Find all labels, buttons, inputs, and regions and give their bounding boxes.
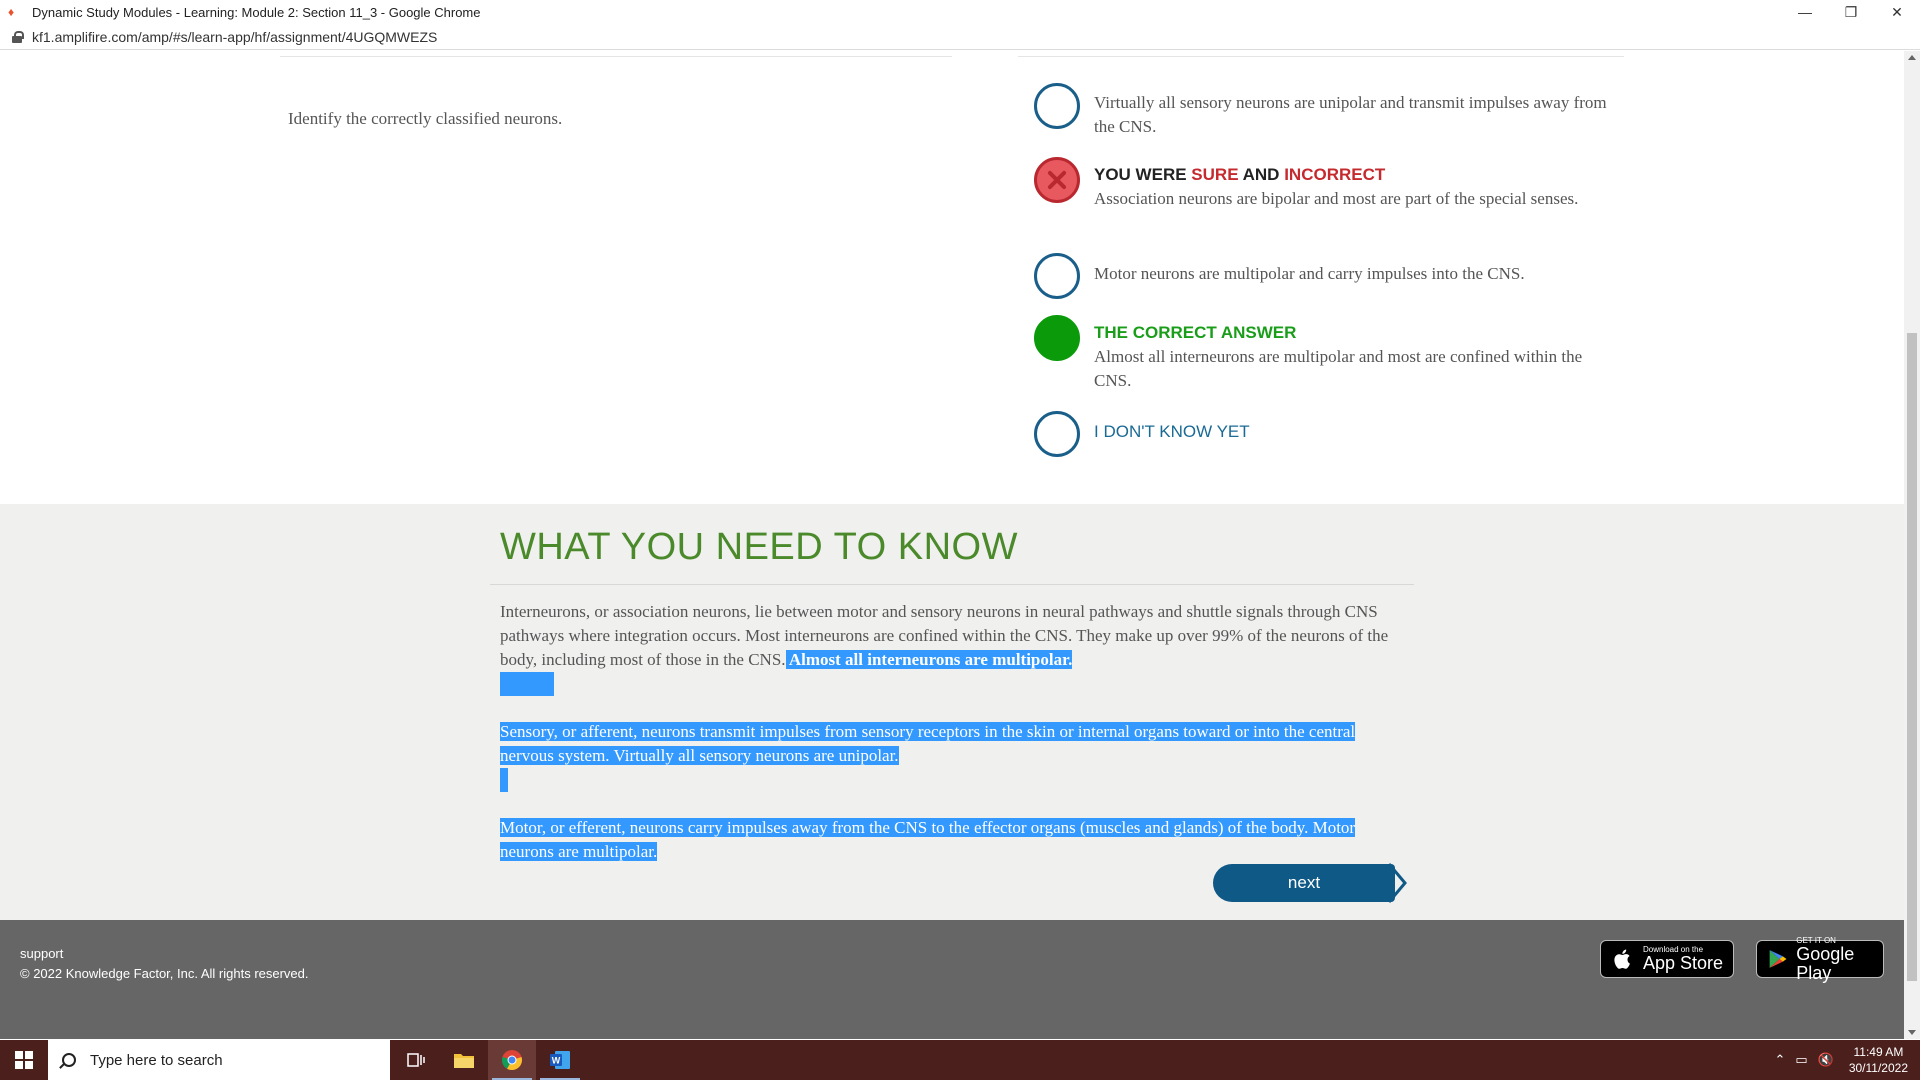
dont-know-label[interactable]: I DON'T KNOW YET (1094, 420, 1614, 444)
windows-logo-icon (15, 1051, 33, 1069)
support-link[interactable]: support (20, 946, 63, 961)
window-titlebar: ♦ Dynamic Study Modules - Learning: Modu… (0, 0, 1920, 24)
chevron-up-icon[interactable]: ⌃ (1774, 1052, 1785, 1068)
answer-radio-circle-icon[interactable] (1034, 253, 1080, 299)
answer-option-2[interactable]: YOU WERE SURE AND INCORRECT Association … (1034, 157, 1614, 211)
url-text[interactable]: kf1.amplifire.com/amp/#s/learn-app/hf/as… (32, 29, 437, 45)
address-bar[interactable]: kf1.amplifire.com/amp/#s/learn-app/hf/as… (0, 24, 1920, 50)
answer-option-1[interactable]: Virtually all sensory neurons are unipol… (1034, 83, 1614, 139)
answer-radio-circle-icon[interactable] (1034, 411, 1080, 457)
chrome-icon (502, 1050, 522, 1071)
page-viewport: Identify the correctly classified neuron… (0, 51, 1904, 1039)
scrollbar-thumb[interactable] (1907, 333, 1917, 981)
answer-option-4[interactable]: THE CORRECT ANSWER Almost all interneuro… (1034, 315, 1614, 393)
restore-button[interactable]: ❐ (1828, 0, 1874, 24)
answer-option-dont-know[interactable]: I DON'T KNOW YET (1034, 411, 1614, 457)
divider-left (280, 56, 952, 57)
task-view-button[interactable] (392, 1040, 440, 1080)
google-play-badge[interactable]: GET IT ON Google Play (1756, 936, 1884, 982)
divider-right (1018, 56, 1624, 57)
explanation-paragraph-3: Motor, or efferent, neurons carry impuls… (500, 816, 1390, 864)
app-favicon-icon: ♦ (8, 5, 15, 19)
folder-icon (454, 1054, 474, 1068)
selected-text: Sensory, or afferent, neurons transmit i… (500, 722, 1356, 765)
answer-radio-circle-icon[interactable] (1034, 83, 1080, 129)
correct-heading: THE CORRECT ANSWER (1094, 323, 1297, 342)
close-button[interactable]: ✕ (1874, 0, 1920, 24)
window-title: Dynamic Study Modules - Learning: Module… (32, 4, 481, 20)
incorrect-heading: YOU WERE SURE AND INCORRECT (1094, 165, 1386, 184)
apple-icon (1614, 949, 1630, 969)
next-button[interactable]: next (1213, 864, 1395, 902)
start-button[interactable] (0, 1040, 48, 1080)
selected-text: Motor, or efferent, neurons carry impuls… (500, 818, 1356, 861)
windows-taskbar: Type here to search W ⌃ ▭ 🔇 11:49 AM 30/… (0, 1040, 1920, 1080)
copyright-text: © 2022 Knowledge Factor, Inc. All rights… (20, 966, 309, 981)
svg-text:W: W (552, 1056, 561, 1066)
answer-text: Almost all interneurons are multipolar a… (1094, 347, 1583, 390)
selection-highlight (500, 672, 554, 696)
network-icon[interactable]: ▭ (1795, 1052, 1807, 1068)
question-text: Identify the correctly classified neuron… (288, 109, 563, 128)
selected-text: Almost all interneurons are multipolar. (785, 650, 1073, 669)
word-taskbar-button[interactable]: W (536, 1040, 584, 1080)
explanation-section: WHAT YOU NEED TO KNOW Interneurons, or a… (0, 504, 1904, 920)
app-store-badge[interactable]: Download on the App Store (1600, 940, 1734, 978)
answer-text: Association neurons are bipolar and most… (1094, 189, 1579, 208)
explanation-heading: WHAT YOU NEED TO KNOW (500, 526, 1018, 568)
incorrect-x-icon (1034, 157, 1080, 203)
correct-check-icon (1034, 315, 1080, 361)
minimize-button[interactable]: — (1782, 0, 1828, 24)
taskbar-clock[interactable]: 11:49 AM 30/11/2022 (1849, 1044, 1908, 1076)
volume-muted-icon[interactable]: 🔇 (1818, 1052, 1834, 1068)
window-controls: — ❐ ✕ (1782, 0, 1920, 24)
selection-highlight (500, 768, 508, 792)
word-icon: W (550, 1051, 570, 1069)
explanation-paragraph-2: Sensory, or afferent, neurons transmit i… (500, 720, 1390, 768)
search-placeholder[interactable]: Type here to search (90, 1052, 223, 1069)
task-view-icon (407, 1053, 425, 1067)
search-icon (62, 1053, 76, 1067)
chevron-right-icon[interactable] (1385, 862, 1409, 904)
page-footer: support © 2022 Knowledge Factor, Inc. Al… (0, 920, 1904, 1039)
answer-text: Motor neurons are multipolar and carry i… (1094, 264, 1525, 283)
system-tray: ⌃ ▭ 🔇 11:49 AM 30/11/2022 (1769, 1040, 1914, 1080)
answer-option-3[interactable]: Motor neurons are multipolar and carry i… (1034, 253, 1614, 299)
scroll-up-icon[interactable] (1908, 55, 1916, 60)
google-play-icon (1769, 950, 1787, 968)
lock-icon[interactable] (12, 30, 24, 43)
scroll-down-icon[interactable] (1908, 1030, 1916, 1035)
answer-text: Virtually all sensory neurons are unipol… (1094, 93, 1607, 136)
chrome-taskbar-button[interactable] (488, 1040, 536, 1080)
explanation-paragraph-1: Interneurons, or association neurons, li… (500, 602, 1389, 669)
explanation-divider (490, 584, 1414, 585)
page-scrollbar[interactable] (1904, 51, 1920, 1039)
taskbar-search[interactable]: Type here to search (48, 1040, 390, 1080)
explanation-body: Interneurons, or association neurons, li… (500, 600, 1390, 888)
file-explorer-button[interactable] (440, 1040, 488, 1080)
